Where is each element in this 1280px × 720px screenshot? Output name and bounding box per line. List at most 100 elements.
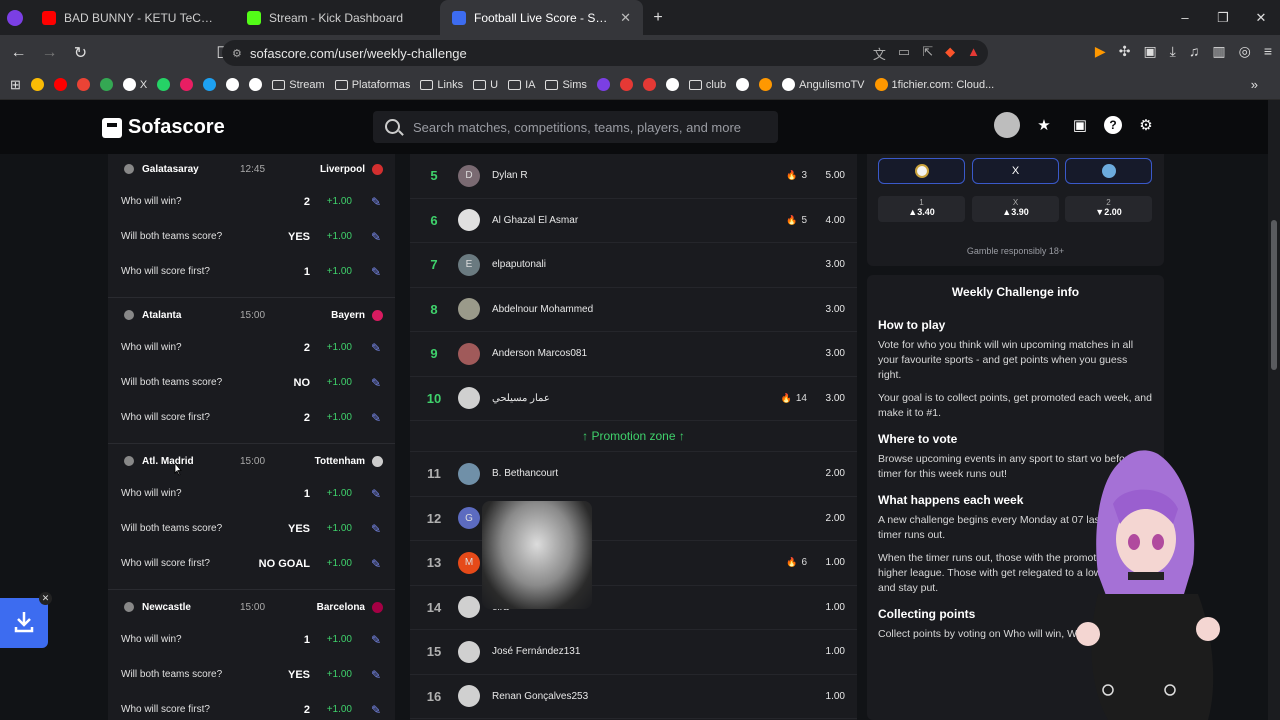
bookmark-item[interactable]: Sims <box>545 79 587 91</box>
bookmark-item[interactable] <box>53 78 67 91</box>
bookmark-item[interactable] <box>180 78 194 91</box>
bookmark-item[interactable]: U <box>473 79 498 91</box>
browser-tab[interactable]: BAD BUNNY - KETU TeCRÉ (Video <box>30 0 235 35</box>
user-avatar[interactable] <box>994 112 1020 138</box>
play-icon[interactable]: ▶ <box>1095 43 1106 60</box>
sidebar-icon[interactable]: ▥ <box>1212 43 1225 60</box>
leaderboard-row[interactable]: 14eira1.00 <box>410 586 857 630</box>
odds-value-away[interactable]: 2 ▼2.00 <box>1065 196 1152 222</box>
brave-rewards-icon[interactable]: ▲ <box>967 44 980 63</box>
man-city-crest-icon <box>1101 164 1116 178</box>
leaderboard-row[interactable]: 11 B. Bethancourt 2.00 <box>410 452 857 497</box>
leaderboard-row[interactable]: 10 عمار مسيلحي 14 3.00 <box>410 377 857 421</box>
leaderboard-row[interactable]: 16 Renan Gonçalves253 1.00 <box>410 675 857 719</box>
leaderboard-row[interactable]: 13 M 6 1.00 <box>410 541 857 586</box>
bookmark-item[interactable] <box>736 78 750 91</box>
bookmark-item[interactable]: 1fichier.com: Cloud... <box>874 78 994 91</box>
bookmark-item[interactable] <box>665 78 679 91</box>
translate-icon[interactable]: 文 <box>873 44 886 63</box>
bookmark-item[interactable]: X <box>122 78 147 91</box>
leaderboard-row[interactable]: 7 Eelpaputonali 3.00 <box>410 243 857 288</box>
new-tab-button[interactable]: + <box>643 9 673 27</box>
bookmarks-overflow-icon[interactable]: » <box>1251 77 1258 92</box>
edit-pencil-icon[interactable]: ✎ <box>371 557 381 571</box>
match-header[interactable]: Atl. Madrid 15:00 Tottenham <box>108 446 395 476</box>
edit-pencil-icon[interactable]: ✎ <box>371 703 381 717</box>
page-scrollbar[interactable] <box>1268 100 1280 720</box>
leaderboard-row[interactable]: 15 José Fernández131 1.00 <box>410 630 857 675</box>
bookmark-item[interactable] <box>226 78 240 91</box>
tv-icon[interactable]: ▣ <box>1068 113 1092 137</box>
bookmark-item[interactable]: IA <box>508 79 535 91</box>
extensions-icon[interactable]: ✣ <box>1119 43 1131 60</box>
odds-value-draw[interactable]: X ▲3.90 <box>972 196 1059 222</box>
match-header[interactable]: Newcastle 15:00 Barcelona <box>108 592 395 622</box>
edit-pencil-icon[interactable]: ✎ <box>371 376 381 390</box>
edit-pencil-icon[interactable]: ✎ <box>371 411 381 425</box>
close-icon[interactable]: ✕ <box>39 592 52 605</box>
edit-pencil-icon[interactable]: ✎ <box>371 522 381 536</box>
edit-pencil-icon[interactable]: ✎ <box>371 265 381 279</box>
browser-tab[interactable]: Football Live Score - Sofascore ✕ <box>440 0 643 35</box>
minimize-icon[interactable]: – <box>1166 0 1204 35</box>
leaderboard-row[interactable]: 8 Abdelnour Mohammed 3.00 <box>410 288 857 332</box>
match-header[interactable]: Atalanta 15:00 Bayern <box>108 300 395 330</box>
bookmark-item[interactable] <box>642 78 656 91</box>
bookmark-item[interactable] <box>249 78 263 91</box>
bookmark-item[interactable] <box>203 78 217 91</box>
browser-profile-icon[interactable] <box>0 0 30 35</box>
window-close-icon[interactable]: ✕ <box>1242 0 1280 35</box>
download-floating-button[interactable] <box>0 598 48 648</box>
search-input[interactable]: Search matches, competitions, teams, pla… <box>373 111 778 143</box>
back-icon[interactable]: ← <box>6 44 31 62</box>
match-header[interactable]: Galatasaray 12:45 Liverpool <box>108 154 395 184</box>
maximize-icon[interactable]: ❐ <box>1204 0 1242 35</box>
favorites-star-icon[interactable]: ★ <box>1032 113 1056 137</box>
tab-close-icon[interactable]: ✕ <box>620 10 631 26</box>
odds-home-button[interactable] <box>878 158 965 184</box>
browser-tab[interactable]: Stream - Kick Dashboard <box>235 0 440 35</box>
vpn-icon[interactable]: ◎ <box>1239 43 1251 60</box>
share-icon[interactable]: ⇱ <box>922 44 933 63</box>
leaderboard-row[interactable]: 12 G 2.00 <box>410 497 857 541</box>
bookmark-item[interactable] <box>157 78 171 91</box>
menu-icon[interactable]: ≡ <box>1264 43 1272 60</box>
bookmark-item[interactable]: Plataformas <box>334 79 410 91</box>
bookmark-item[interactable]: Links <box>420 79 463 91</box>
edit-pencil-icon[interactable]: ✎ <box>371 230 381 244</box>
odds-value-home[interactable]: 1 ▲3.40 <box>878 196 965 222</box>
settings-gear-icon[interactable]: ⚙ <box>1134 113 1158 137</box>
help-icon[interactable]: ? <box>1104 116 1122 134</box>
edit-pencil-icon[interactable]: ✎ <box>371 341 381 355</box>
bookmark-item[interactable] <box>76 78 90 91</box>
cast-icon[interactable]: ▭ <box>898 44 910 63</box>
bookmark-item[interactable] <box>759 78 773 91</box>
download-icon[interactable]: ⤓ <box>1170 43 1176 60</box>
bookmark-item[interactable] <box>30 78 44 91</box>
bookmark-item[interactable] <box>596 78 610 91</box>
address-bar[interactable]: ⚙ sofascore.com/user/weekly-challenge 文 … <box>222 40 988 66</box>
odds-draw-button[interactable]: X <box>972 158 1059 184</box>
leaderboard-row[interactable]: 6 Al Ghazal El Asmar 5 4.00 <box>410 199 857 243</box>
bookmark-item[interactable]: club <box>688 79 726 91</box>
leaderboard-row[interactable]: 5 D Dylan R 3 5.00 <box>410 154 857 199</box>
scrollbar-thumb[interactable] <box>1271 220 1277 370</box>
media-icon[interactable]: ♫ <box>1189 43 1200 60</box>
bookmark-item[interactable]: AngulismoTV <box>782 78 865 91</box>
forward-icon[interactable]: → <box>37 44 62 62</box>
bookmark-item[interactable] <box>619 78 633 91</box>
apps-grid-icon[interactable]: ⊞ <box>10 77 21 93</box>
edit-pencil-icon[interactable]: ✎ <box>371 633 381 647</box>
edit-pencil-icon[interactable]: ✎ <box>371 487 381 501</box>
bookmark-item[interactable]: Stream <box>272 79 325 91</box>
brave-shield-icon[interactable]: ◆ <box>945 44 955 63</box>
site-info-icon[interactable]: ⚙ <box>232 47 250 60</box>
tab-search-icon[interactable]: ▣ <box>1143 43 1156 60</box>
sofascore-logo[interactable]: Sofascore <box>102 116 225 139</box>
edit-pencil-icon[interactable]: ✎ <box>371 668 381 682</box>
odds-away-button[interactable] <box>1065 158 1152 184</box>
bookmark-item[interactable] <box>99 78 113 91</box>
reload-icon[interactable]: ↻ <box>68 43 93 63</box>
leaderboard-row[interactable]: 9 Anderson Marcos081 3.00 <box>410 332 857 377</box>
edit-pencil-icon[interactable]: ✎ <box>371 195 381 209</box>
